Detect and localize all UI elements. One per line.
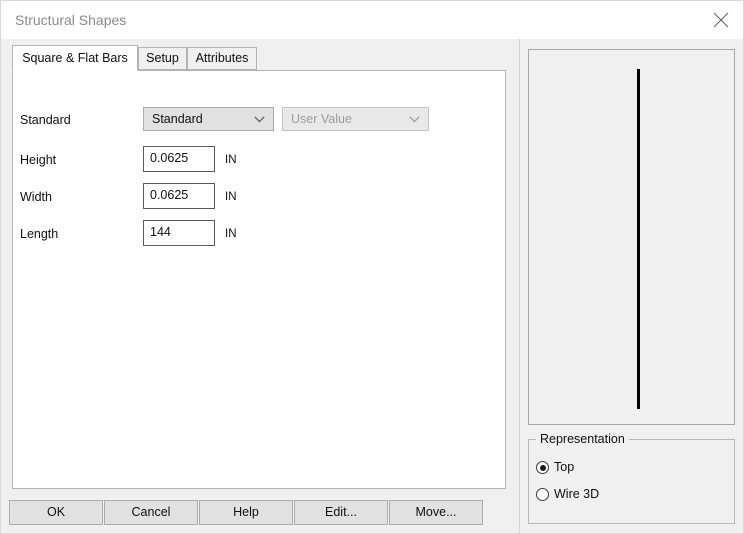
cancel-button[interactable]: Cancel: [104, 500, 198, 525]
tab-setup[interactable]: Setup: [138, 47, 187, 70]
tab-square-and-flat-bars[interactable]: Square & Flat Bars: [12, 45, 138, 71]
close-icon: [713, 12, 729, 28]
radio-top-label: Top: [554, 460, 575, 474]
length-input-value: 144: [150, 225, 171, 239]
label-height: Height: [20, 153, 57, 167]
ok-button[interactable]: OK: [9, 500, 103, 525]
width-input[interactable]: 0.0625: [143, 183, 215, 209]
radio-wire-3d-label: Wire 3D: [554, 487, 600, 501]
label-width: Width: [20, 190, 52, 204]
move-button[interactable]: Move...: [389, 500, 483, 525]
length-unit: IN: [225, 228, 237, 240]
label-length: Length: [20, 227, 59, 241]
chevron-down-icon: [409, 116, 420, 123]
width-unit: IN: [225, 191, 237, 203]
height-input-value: 0.0625: [150, 151, 189, 165]
radio-wire-3d-mark: [536, 488, 549, 501]
standard-dropdown[interactable]: Standard: [143, 107, 274, 131]
standard-dropdown-value: Standard: [152, 112, 203, 126]
width-input-value: 0.0625: [150, 188, 189, 202]
representation-legend: Representation: [536, 432, 629, 446]
tab-content-panel: Standard Standard User Value Height 0.06…: [12, 70, 506, 489]
user-value-dropdown[interactable]: User Value: [282, 107, 429, 131]
chevron-down-icon: [254, 116, 265, 123]
representation-groupbox: [528, 439, 735, 524]
height-unit: IN: [225, 154, 237, 166]
preview-shape-top-view: [637, 69, 640, 409]
length-input[interactable]: 144: [143, 220, 215, 246]
title-bar: Structural Shapes: [1, 1, 743, 39]
radio-top-mark: [536, 461, 549, 474]
dialog-window: Structural Shapes Square & Flat Bars Set…: [0, 0, 744, 534]
help-button[interactable]: Help: [199, 500, 293, 525]
pane-divider: [519, 39, 520, 534]
height-input[interactable]: 0.0625: [143, 146, 215, 172]
window-title: Structural Shapes: [15, 12, 127, 28]
user-value-dropdown-value: User Value: [291, 112, 352, 126]
shape-preview-panel: [528, 49, 735, 425]
tab-attributes[interactable]: Attributes: [187, 47, 257, 70]
edit-button[interactable]: Edit...: [294, 500, 388, 525]
label-standard: Standard: [20, 113, 71, 127]
close-button[interactable]: [699, 1, 743, 38]
